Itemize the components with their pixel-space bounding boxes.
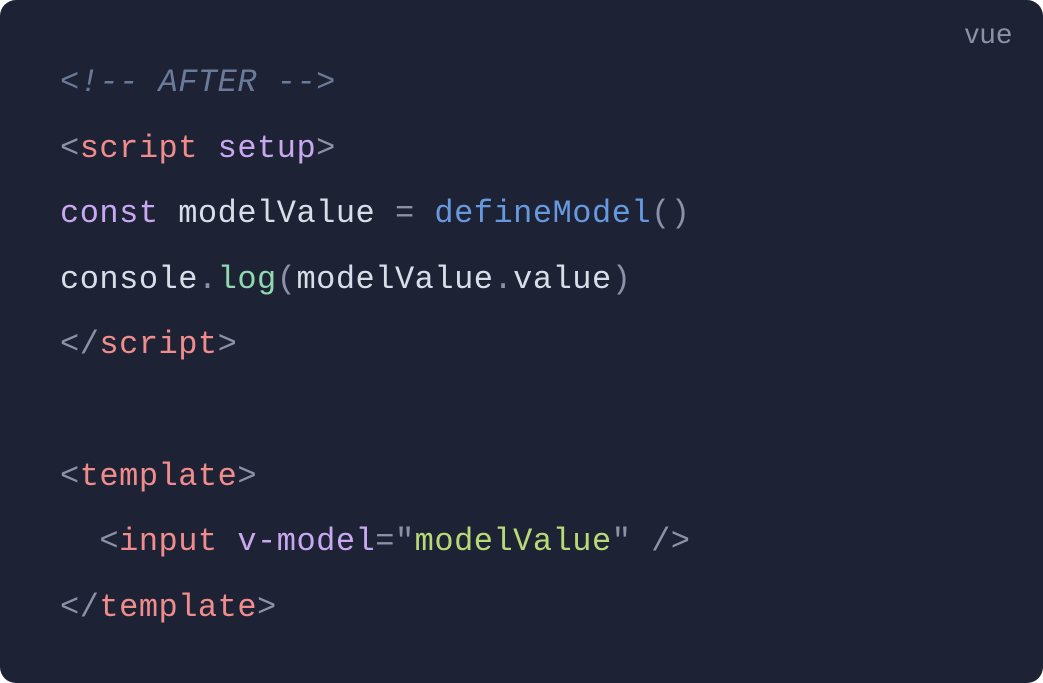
- const-keyword: const: [60, 195, 159, 232]
- code-content: <!-- AFTER --> <script setup> const mode…: [60, 50, 983, 640]
- argument: modelValue: [296, 261, 493, 298]
- input-tag: input: [119, 523, 218, 560]
- quote: ": [612, 523, 632, 560]
- tag-bracket: <: [60, 130, 80, 167]
- dot: .: [493, 261, 513, 298]
- self-close: />: [651, 523, 690, 560]
- space: [198, 130, 218, 167]
- attr-value: modelValue: [415, 523, 612, 560]
- dot: .: [198, 261, 218, 298]
- vmodel-attr: v-model: [237, 523, 375, 560]
- script-tag: script: [80, 130, 198, 167]
- tag-bracket: </: [60, 589, 99, 626]
- template-close-tag: template: [99, 589, 257, 626]
- code-block: vue <!-- AFTER --> <script setup> const …: [0, 0, 1043, 683]
- setup-attr: setup: [218, 130, 317, 167]
- tag-bracket: >: [237, 458, 257, 495]
- tag-bracket: </: [60, 326, 99, 363]
- tag-bracket: >: [257, 589, 277, 626]
- equals-operator: =: [395, 195, 415, 232]
- variable-name: modelValue: [178, 195, 375, 232]
- code-comment: <!-- AFTER -->: [60, 64, 336, 101]
- tag-bracket: >: [316, 130, 336, 167]
- value-property: value: [513, 261, 612, 298]
- close-paren: ): [612, 261, 632, 298]
- log-method: log: [218, 261, 277, 298]
- space: [375, 195, 395, 232]
- space: [218, 523, 238, 560]
- template-tag: template: [80, 458, 238, 495]
- parens: (): [651, 195, 690, 232]
- tag-bracket: <: [60, 458, 80, 495]
- space: [159, 195, 179, 232]
- quote: ": [395, 523, 415, 560]
- tag-bracket: <: [99, 523, 119, 560]
- console-object: console: [60, 261, 198, 298]
- indent: [60, 523, 99, 560]
- script-close-tag: script: [99, 326, 217, 363]
- function-call: defineModel: [434, 195, 651, 232]
- equals: =: [375, 523, 395, 560]
- open-paren: (: [277, 261, 297, 298]
- space: [631, 523, 651, 560]
- space: [415, 195, 435, 232]
- tag-bracket: >: [218, 326, 238, 363]
- language-label: vue: [965, 18, 1013, 50]
